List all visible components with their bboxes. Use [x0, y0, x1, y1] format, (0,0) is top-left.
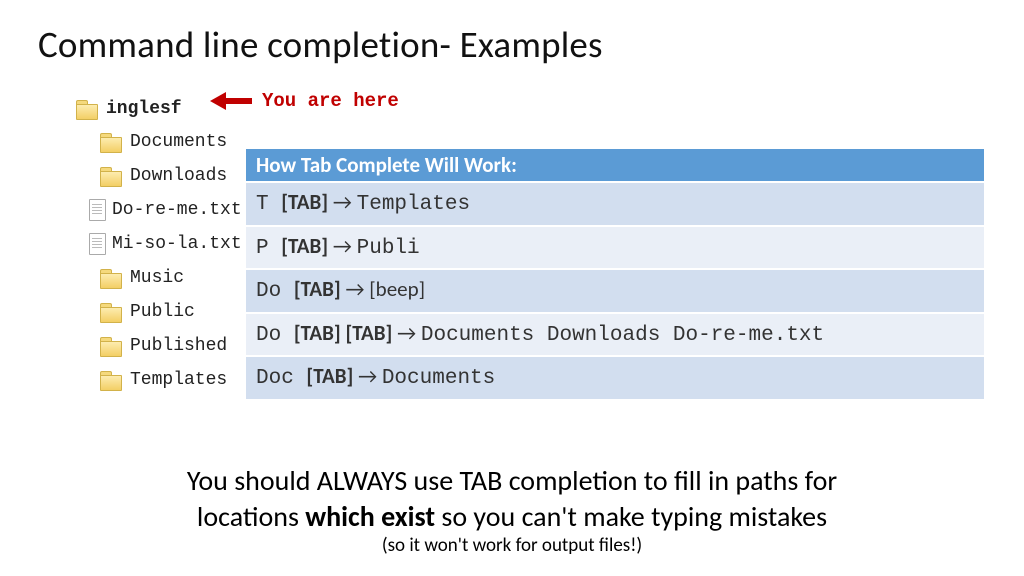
- row-result: Documents Downloads Do-re-me.txt: [421, 324, 824, 347]
- tree-item-label: Published: [130, 336, 227, 356]
- arrow-right-icon: →: [333, 233, 357, 259]
- folder-icon: [100, 335, 122, 357]
- folder-icon: [76, 98, 98, 120]
- tree-item: Documents: [100, 125, 242, 159]
- footer-line-2: locations which exist so you can't make …: [0, 499, 1024, 534]
- row-prefix: P: [256, 237, 281, 260]
- table-row: P [TAB] → Publi: [245, 226, 985, 270]
- tree-item-label: Documents: [130, 132, 227, 152]
- row-result: Publi: [357, 237, 420, 260]
- folder-icon: [100, 369, 122, 391]
- file-icon: [86, 233, 108, 255]
- you-are-here-label: You are here: [262, 90, 399, 112]
- tree-item: Downloads: [100, 159, 242, 193]
- tree-item-label: Downloads: [130, 166, 227, 186]
- tab-token: [TAB]: [345, 320, 392, 346]
- row-prefix: Do: [256, 324, 294, 347]
- tree-item: Templates: [100, 363, 242, 397]
- tree-item: Mi-so-la.txt: [86, 227, 242, 261]
- tree-item-label: Music: [130, 268, 184, 288]
- tree-item: Public: [100, 295, 242, 329]
- you-are-here: You are here: [210, 90, 399, 112]
- table-header: How Tab Complete Will Work:: [245, 148, 985, 182]
- footer-line-2c: so you can't make typing mistakes: [435, 499, 827, 534]
- tab-complete-table: How Tab Complete Will Work: T [TAB] → Te…: [245, 148, 985, 400]
- tree-item-label: Templates: [130, 370, 227, 390]
- row-prefix: T: [256, 193, 281, 216]
- tab-token: [TAB]: [281, 233, 328, 259]
- arrow-right-icon: →: [333, 189, 357, 215]
- arrow-right-icon: →: [345, 276, 369, 302]
- file-icon: [86, 199, 108, 221]
- tree-item-label: Do-re-me.txt: [112, 200, 242, 220]
- tab-token: [TAB]: [294, 320, 341, 346]
- footer-line-2b: which exist: [305, 499, 435, 534]
- footer-line-1: You should ALWAYS use TAB completion to …: [0, 463, 1024, 498]
- folder-icon: [100, 165, 122, 187]
- row-result: [beep]: [369, 276, 425, 302]
- footer-line-3: (so it won't work for output files!): [0, 534, 1024, 557]
- tree-root-label: inglesf: [106, 99, 182, 119]
- tab-token: [TAB]: [294, 276, 341, 302]
- tree-item: Do-re-me.txt: [86, 193, 242, 227]
- folder-icon: [100, 131, 122, 153]
- tab-token: [TAB]: [306, 363, 353, 389]
- tab-token: [TAB]: [281, 189, 328, 215]
- arrow-right-icon: →: [358, 363, 382, 389]
- row-prefix: Doc: [256, 367, 306, 390]
- slide: Command line completion- Examples ingles…: [0, 0, 1024, 576]
- row-result: Templates: [357, 193, 470, 216]
- slide-title: Command line completion- Examples: [38, 22, 603, 67]
- row-result: Documents: [382, 367, 495, 390]
- arrow-left-icon: [210, 93, 252, 109]
- table-row: Do [TAB] [TAB] → Documents Downloads Do-…: [245, 313, 985, 357]
- table-row: Do [TAB] → [beep]: [245, 269, 985, 313]
- tree-item: Music: [100, 261, 242, 295]
- file-tree: inglesf Documents Downloads Do-re-me.txt Mi…: [76, 92, 242, 397]
- folder-icon: [100, 301, 122, 323]
- footer-line-2a: locations: [197, 499, 305, 534]
- row-prefix: Do: [256, 280, 294, 303]
- tree-item: Published: [100, 329, 242, 363]
- table-row: T [TAB] → Templates: [245, 182, 985, 226]
- table-row: Doc [TAB] → Documents: [245, 356, 985, 400]
- arrow-right-icon: →: [397, 320, 421, 346]
- folder-icon: [100, 267, 122, 289]
- tree-item-label: Mi-so-la.txt: [112, 234, 242, 254]
- tree-item-label: Public: [130, 302, 195, 322]
